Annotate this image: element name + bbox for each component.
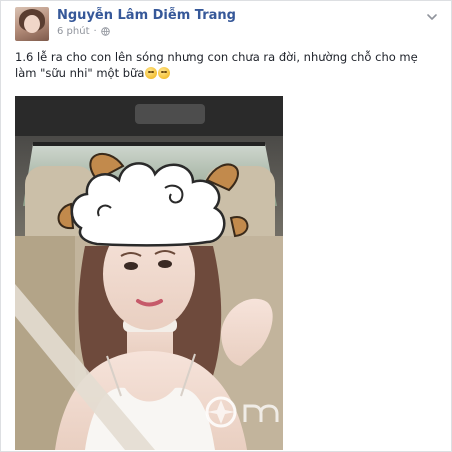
caption-text: 1.6 lễ ra cho con lên sóng nhưng con chư… [15, 50, 418, 80]
ngoisao-watermark-logo [203, 392, 279, 432]
post-timestamp[interactable]: 6 phút [57, 26, 90, 37]
feed-post: Nguyễn Lâm Diễm Trang 6 phút · 1.6 lễ ra… [0, 0, 452, 452]
chevron-down-icon[interactable] [425, 9, 439, 23]
author-name-link[interactable]: Nguyễn Lâm Diễm Trang [57, 8, 236, 23]
grinning-face-emoji [158, 67, 171, 79]
post-caption: 1.6 lễ ra cho con lên sóng nhưng con chư… [15, 49, 435, 81]
post-photo[interactable] [15, 96, 283, 450]
relieved-face-emoji [145, 67, 158, 79]
globe-icon[interactable] [100, 27, 110, 36]
post-meta: 6 phút · [57, 26, 110, 37]
author-avatar[interactable] [15, 7, 49, 41]
avatar-face [24, 15, 40, 33]
